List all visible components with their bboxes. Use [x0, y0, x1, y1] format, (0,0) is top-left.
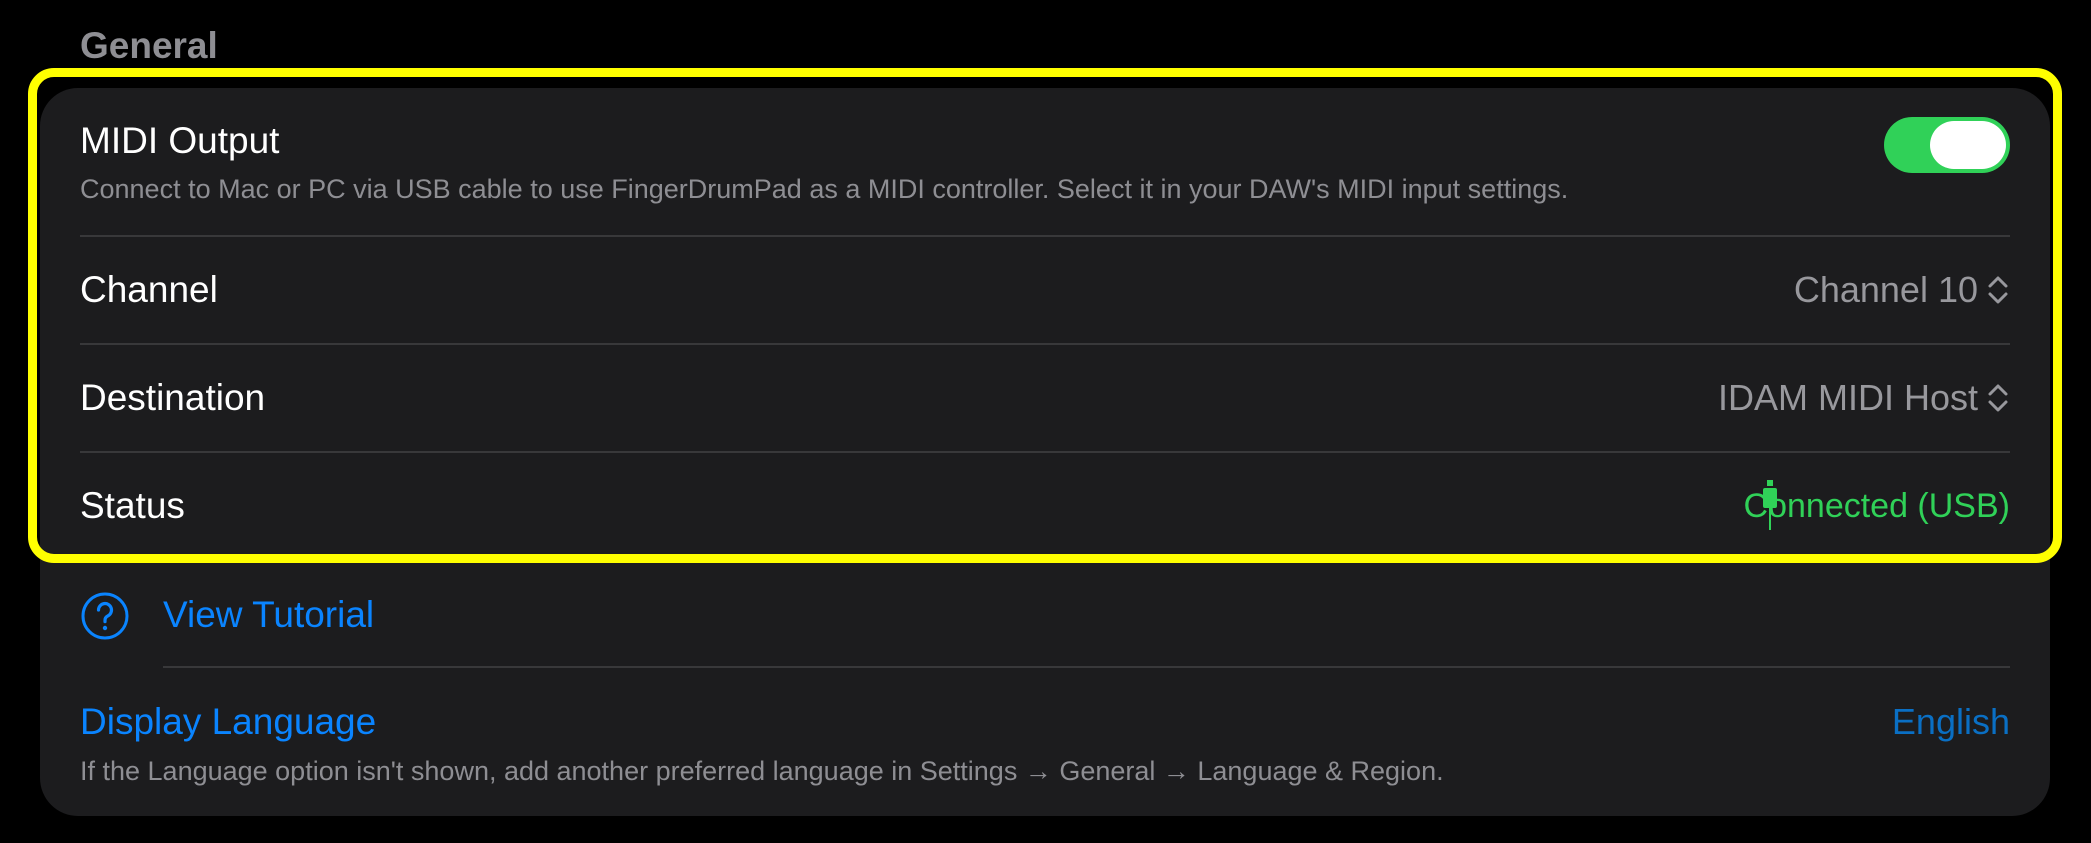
channel-picker[interactable]: Channel 10: [1794, 266, 2010, 314]
settings-page: General MIDI Output Connect to Mac or PC…: [0, 0, 2091, 843]
midi-output-label: MIDI Output: [80, 120, 280, 161]
channel-label: Channel: [80, 269, 218, 310]
divider: [80, 343, 2010, 345]
midi-output-toggle[interactable]: [1884, 117, 2010, 173]
destination-row[interactable]: Destination IDAM MIDI Host: [80, 374, 2010, 422]
channel-value: Channel 10: [1793, 269, 1978, 310]
divider: [80, 451, 2010, 453]
destination-value: IDAM MIDI Host: [1717, 377, 1978, 418]
chevron-up-down-icon: [1988, 276, 2008, 304]
status-row: Status Connected (USB): [80, 480, 2010, 530]
display-language-value[interactable]: English: [1892, 698, 2010, 746]
chevron-up-down-icon: [1988, 384, 2008, 412]
display-language-link[interactable]: Display Language: [80, 698, 376, 746]
destination-label: Destination: [80, 377, 266, 418]
destination-picker[interactable]: IDAM MIDI Host: [1718, 374, 2010, 422]
section-title: General: [80, 25, 218, 66]
status-value: Connected (USB): [1743, 487, 2010, 525]
status-label: Status: [80, 485, 185, 526]
midi-output-description: Connect to Mac or PC via USB cable to us…: [80, 174, 1569, 204]
display-language-row[interactable]: Display Language English If the Language…: [80, 698, 2010, 788]
channel-row[interactable]: Channel Channel 10: [80, 266, 2010, 314]
divider: [163, 666, 2010, 668]
toggle-knob: [1930, 121, 2006, 169]
view-tutorial-link[interactable]: View Tutorial: [163, 591, 374, 639]
midi-output-row: MIDI Output Connect to Mac or PC via USB…: [80, 117, 2010, 237]
divider: [80, 235, 2010, 237]
question-circle-icon[interactable]: [80, 591, 130, 641]
display-language-description: If the Language option isn't shown, add …: [80, 756, 1444, 786]
